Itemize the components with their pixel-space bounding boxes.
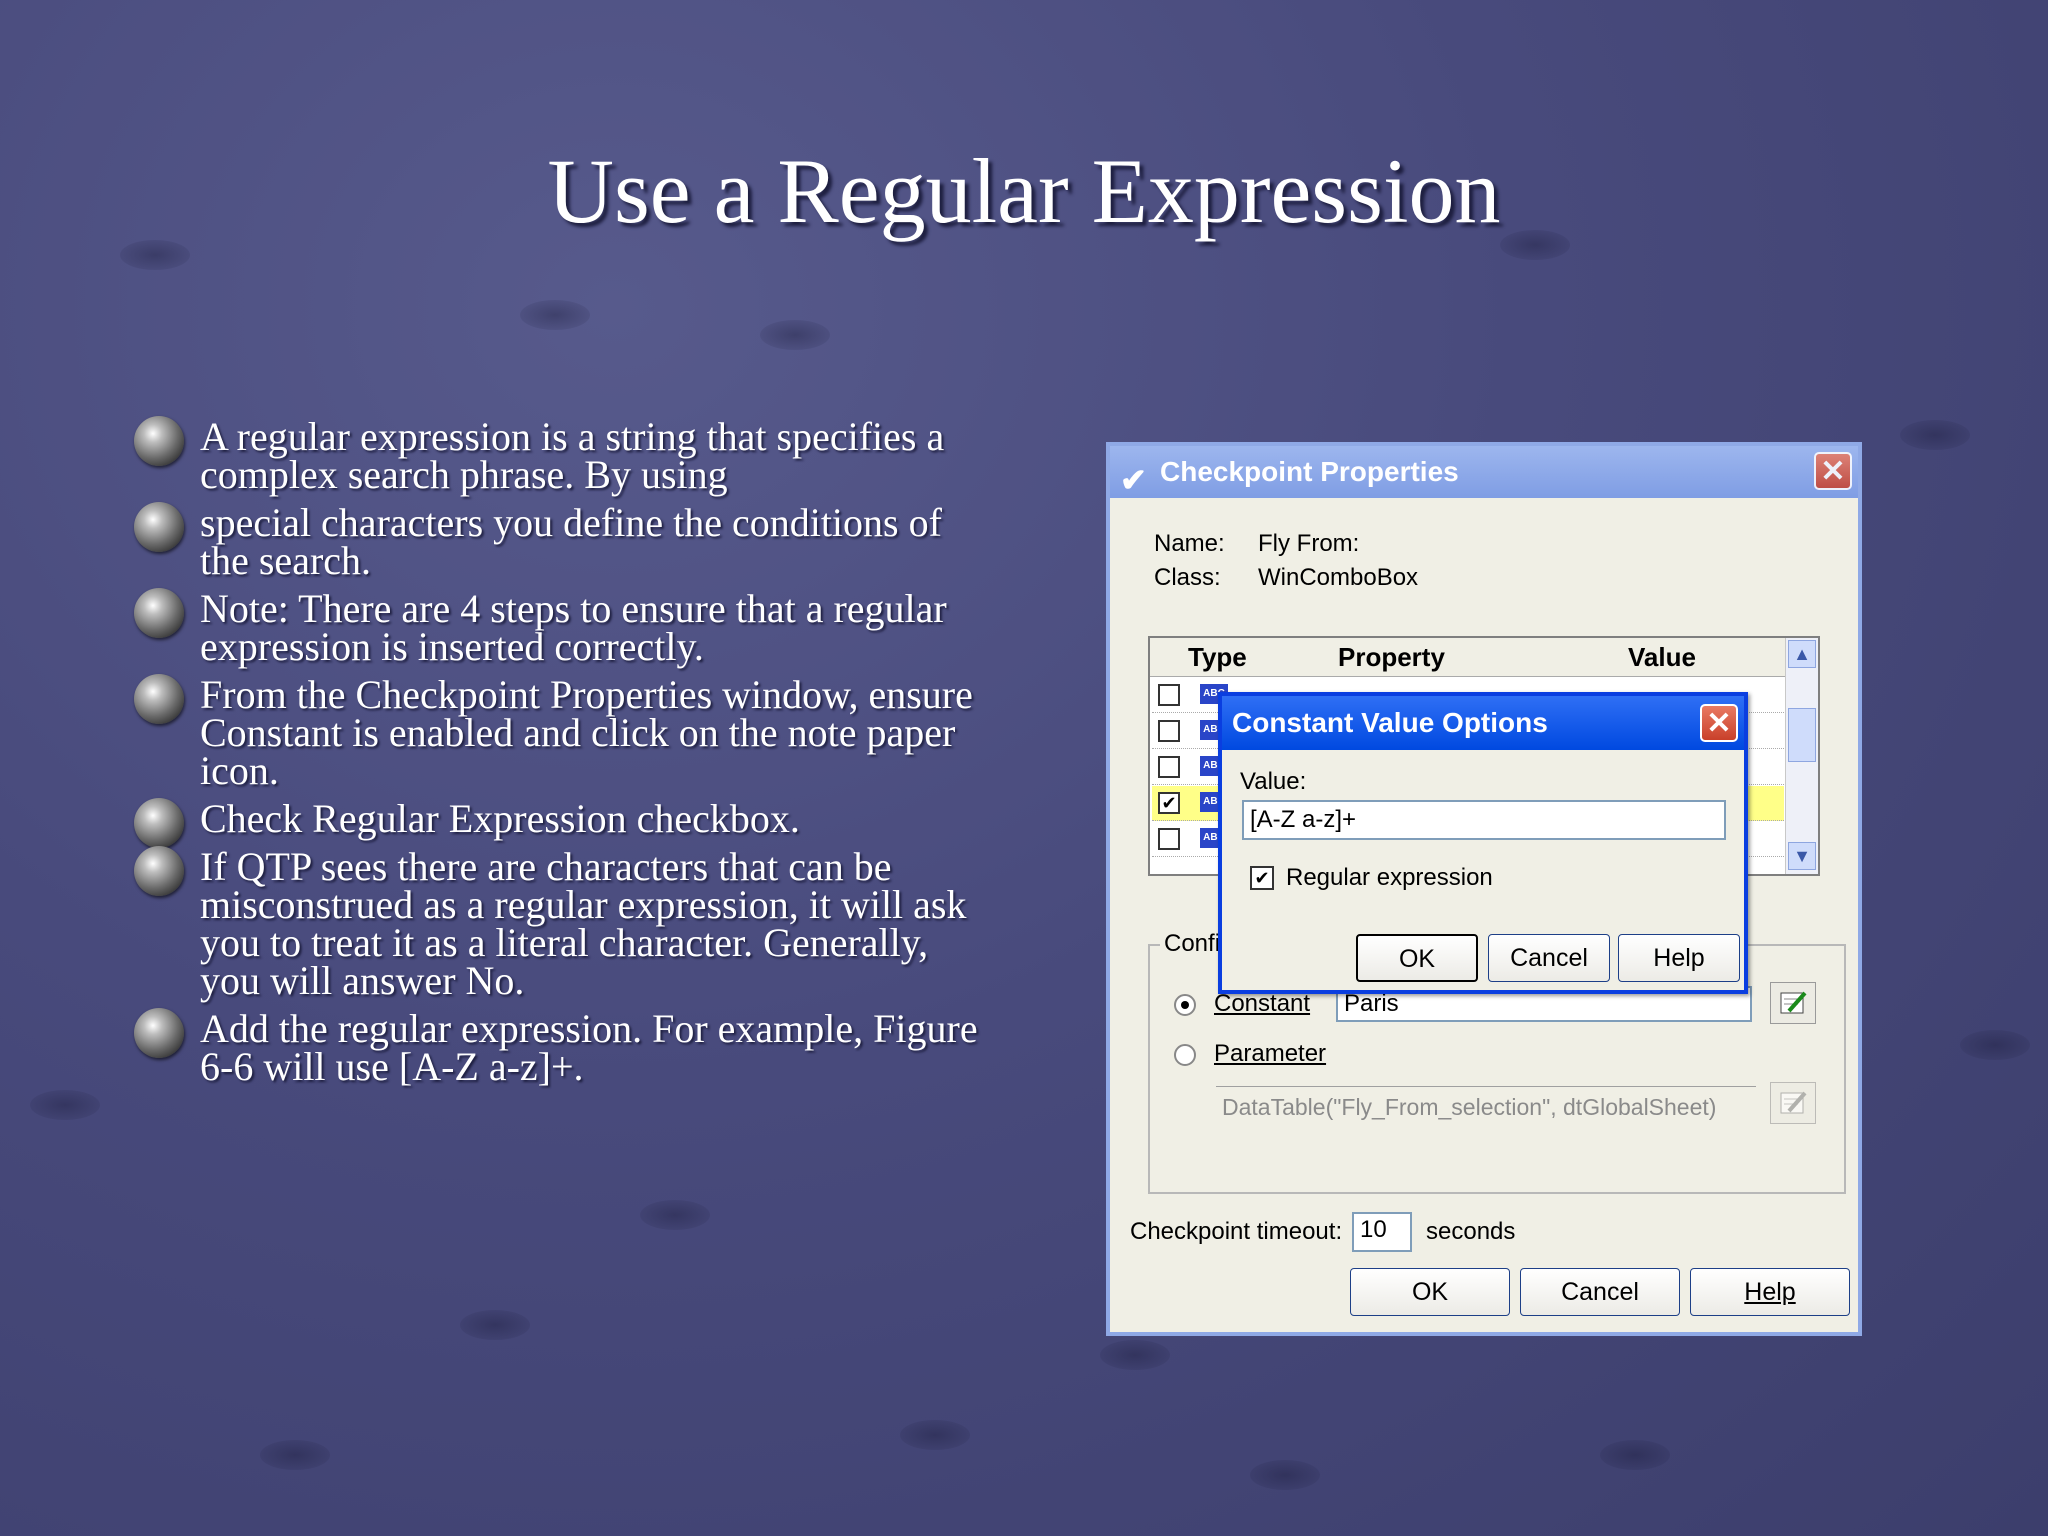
constant-dialog-title: Constant Value Options [1232, 707, 1548, 738]
bullet-orb-icon [134, 502, 184, 552]
row-checkbox[interactable] [1158, 828, 1180, 850]
bullet-item: From the Checkpoint Properties window, e… [132, 674, 992, 791]
bullet-text: A regular expression is a string that sp… [200, 414, 945, 497]
bullet-text: From the Checkpoint Properties window, e… [200, 672, 973, 793]
row-checkbox[interactable] [1158, 720, 1180, 742]
bullet-orb-icon [134, 416, 184, 466]
name-value: Fly From: [1258, 530, 1360, 557]
bullet-orb-icon [134, 846, 184, 896]
bullet-text: If QTP sees there are characters that ca… [200, 844, 967, 1003]
close-icon[interactable]: ✕ [1814, 452, 1852, 490]
help-button[interactable]: Help [1690, 1268, 1850, 1316]
configure-value-label: Confi [1160, 930, 1225, 958]
column-header-property[interactable]: Property [1338, 642, 1445, 673]
constant-value-options-dialog: Constant Value Options ✕ Value: [A-Z a-z… [1218, 692, 1748, 994]
bullet-list: A regular expression is a string that sp… [132, 416, 992, 1096]
checkmark-icon: ✔ [1120, 462, 1147, 498]
bullet-orb-icon [134, 1008, 184, 1058]
note-paper-edit-icon[interactable] [1770, 982, 1816, 1024]
bullet-item: Check Regular Expression checkbox. [132, 798, 992, 848]
slide-title: Use a Regular Expression [547, 140, 1501, 242]
timeout-field[interactable]: 10 [1352, 1212, 1412, 1252]
regex-value-field[interactable]: [A-Z a-z]+ [1242, 800, 1726, 840]
parameter-radio[interactable] [1174, 1044, 1196, 1066]
ok-button[interactable]: OK [1356, 934, 1478, 982]
value-label: Value: [1240, 768, 1307, 795]
bullet-text: Add the regular expression. For example,… [200, 1006, 978, 1089]
column-header-type[interactable]: Type [1188, 642, 1247, 673]
bullet-orb-icon [134, 798, 184, 848]
checkpoint-dialog-title: Checkpoint Properties [1160, 456, 1459, 487]
class-value: WinComboBox [1258, 564, 1419, 591]
regular-expression-label[interactable]: Regular expression [1286, 864, 1493, 892]
name-label: Name: [1154, 530, 1225, 557]
bullet-orb-icon [134, 674, 184, 724]
row-checkbox[interactable] [1158, 756, 1180, 778]
bullet-item: If QTP sees there are characters that ca… [132, 846, 992, 1001]
checkpoint-dialog-titlebar[interactable]: ✔ Checkpoint Properties ✕ [1110, 446, 1858, 498]
ok-button[interactable]: OK [1350, 1268, 1510, 1316]
grid-scrollbar[interactable]: ▲ ▼ [1785, 638, 1818, 874]
scroll-thumb[interactable] [1788, 708, 1816, 762]
grid-header: Type Property Value [1150, 638, 1818, 677]
help-button[interactable]: Help [1618, 934, 1740, 982]
parameter-divider [1216, 1086, 1756, 1087]
bullet-item: A regular expression is a string that sp… [132, 416, 992, 495]
row-checkbox-checked[interactable]: ✔ [1158, 792, 1180, 814]
close-icon[interactable]: ✕ [1700, 704, 1738, 742]
cancel-button[interactable]: Cancel [1520, 1268, 1680, 1316]
cancel-button[interactable]: Cancel [1488, 934, 1610, 982]
constant-radio[interactable] [1174, 994, 1196, 1016]
parameter-label[interactable]: Parameter [1214, 1040, 1326, 1068]
bullet-item: Add the regular expression. For example,… [132, 1008, 992, 1087]
bullet-item: Note: There are 4 steps to ensure that a… [132, 588, 992, 667]
bullet-item: special characters you define the condit… [132, 502, 992, 581]
timeout-unit: seconds [1426, 1218, 1516, 1245]
constant-label[interactable]: Constant [1214, 990, 1310, 1018]
regular-expression-checkbox[interactable]: ✔ [1250, 866, 1274, 890]
class-label: Class: [1154, 564, 1221, 591]
scroll-up-icon[interactable]: ▲ [1788, 640, 1816, 668]
constant-dialog-titlebar[interactable]: Constant Value Options ✕ [1222, 696, 1744, 750]
parameter-value-text: DataTable("Fly_From_selection", dtGlobal… [1222, 1094, 1717, 1120]
scroll-down-icon[interactable]: ▼ [1788, 842, 1816, 870]
timeout-label: Checkpoint timeout: [1130, 1218, 1343, 1245]
parameter-edit-icon[interactable] [1770, 1082, 1816, 1124]
bullet-text: Check Regular Expression checkbox. [200, 796, 800, 841]
bullet-text: Note: There are 4 steps to ensure that a… [200, 586, 947, 669]
column-header-value[interactable]: Value [1628, 642, 1696, 673]
bullet-orb-icon [134, 588, 184, 638]
bullet-text: special characters you define the condit… [200, 500, 942, 583]
row-checkbox[interactable] [1158, 684, 1180, 706]
